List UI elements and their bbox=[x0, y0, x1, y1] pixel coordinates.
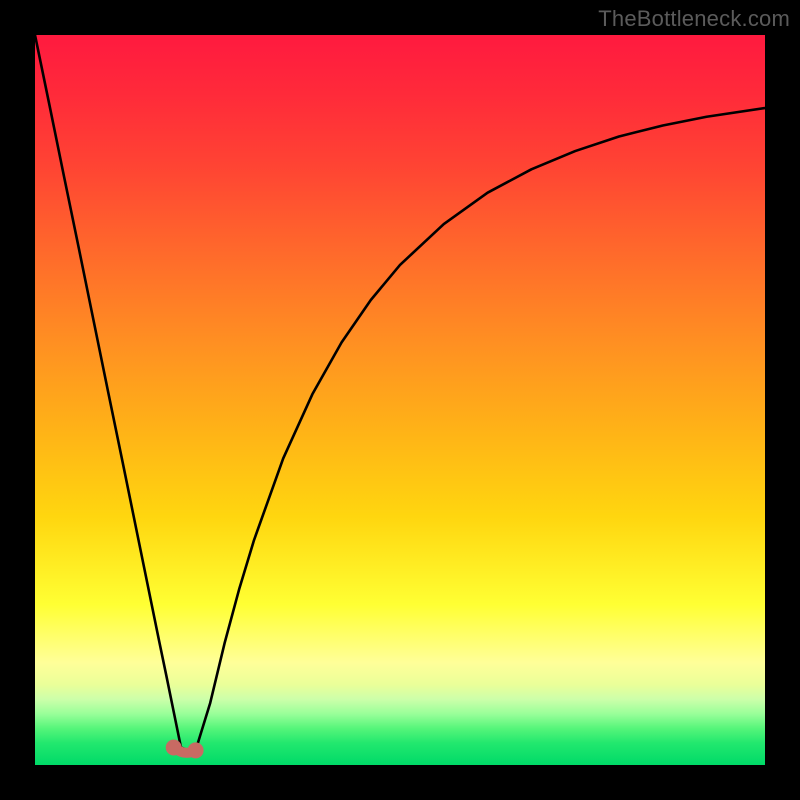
attribution-text: TheBottleneck.com bbox=[598, 6, 790, 32]
minimum-marker bbox=[188, 742, 204, 758]
plot-area bbox=[35, 35, 765, 765]
curve-path bbox=[35, 35, 765, 750]
chart-frame: TheBottleneck.com bbox=[0, 0, 800, 800]
bottleneck-curve bbox=[35, 35, 765, 765]
minimum-marker bbox=[166, 739, 182, 755]
